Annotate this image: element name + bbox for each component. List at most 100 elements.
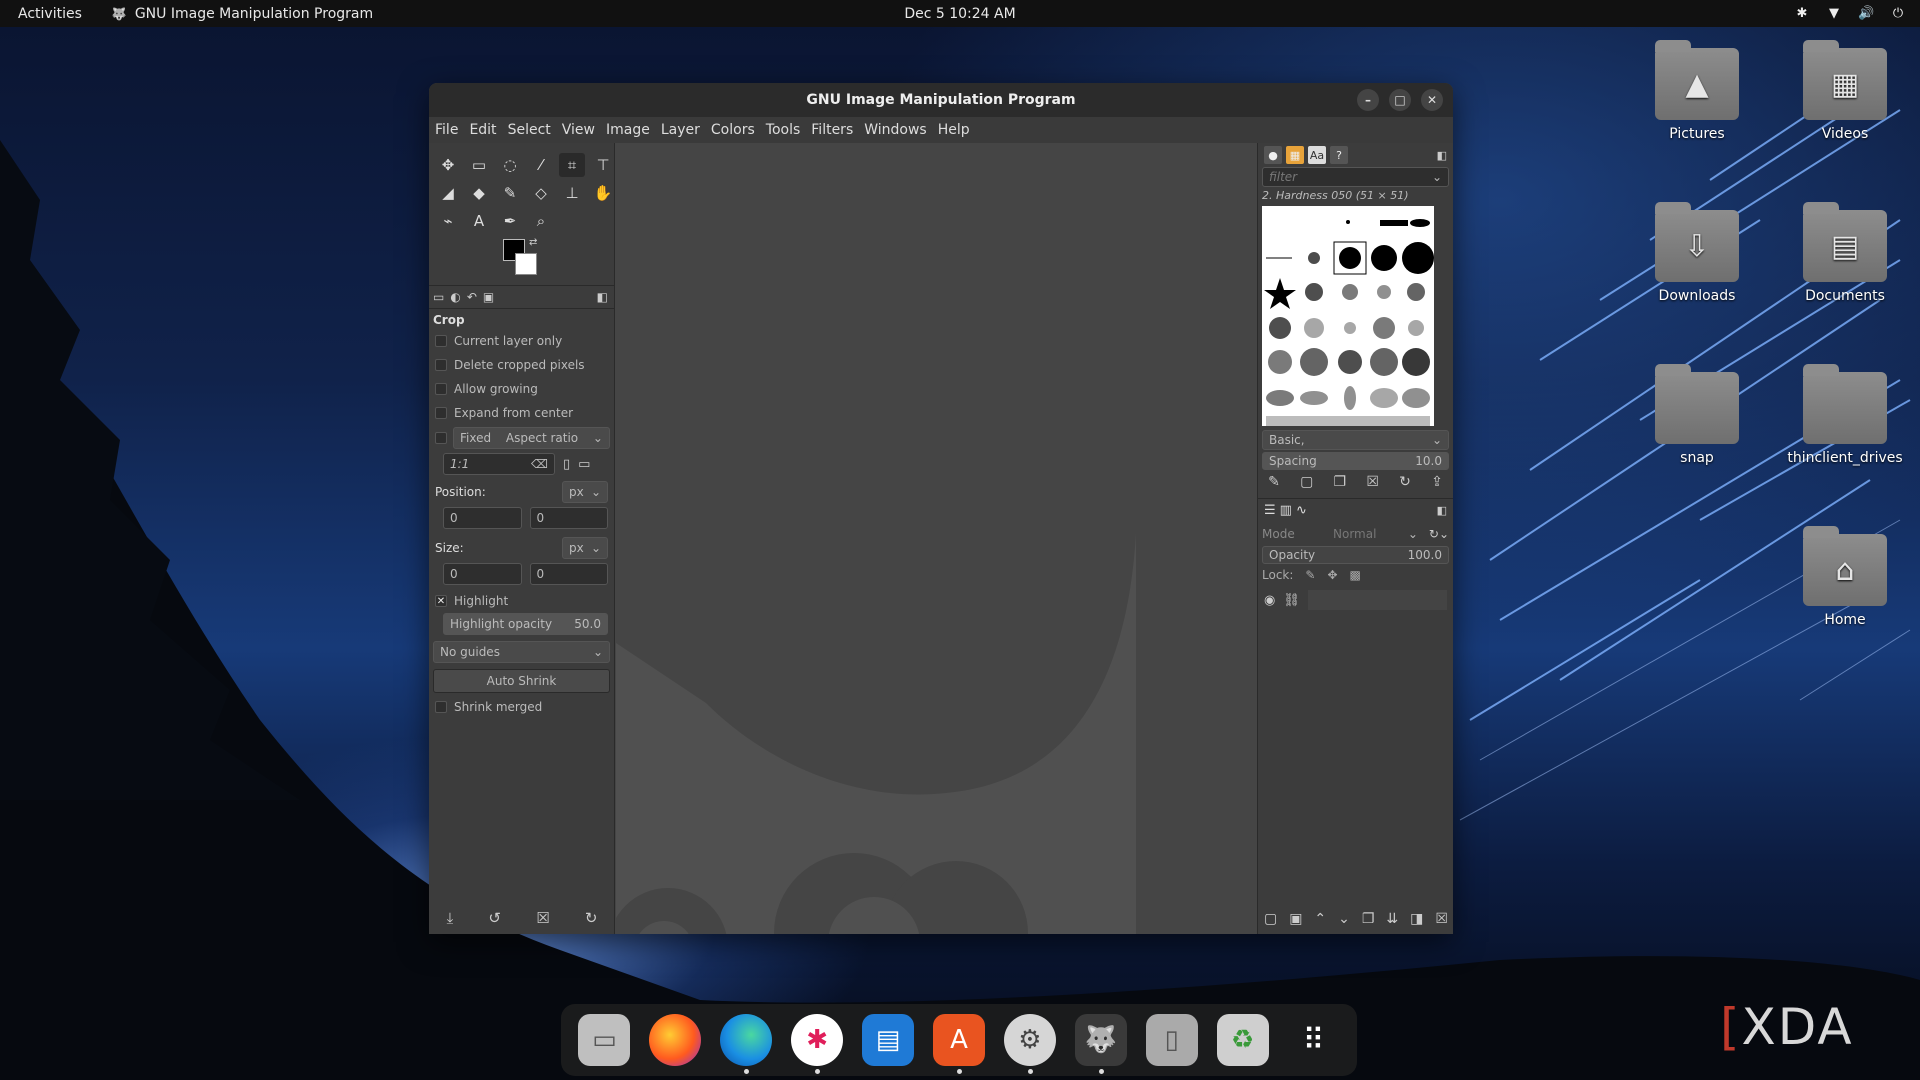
lock-position-icon[interactable]: ✥ <box>1327 568 1337 582</box>
panel-menu-icon[interactable]: ◧ <box>597 290 608 304</box>
tool-options-tab-icon[interactable]: ▭ <box>433 290 444 304</box>
desktop-videos[interactable]: ▦ Videos <box>1780 40 1910 142</box>
eraser-tool-icon[interactable]: ◇ <box>528 181 554 205</box>
refresh-brushes-icon[interactable]: ↻ <box>1399 474 1411 490</box>
app-grid-icon[interactable]: ⠿ <box>1288 1014 1340 1066</box>
reset-icon[interactable]: ↻ <box>585 909 598 927</box>
delete-brush-icon[interactable]: ☒ <box>1366 474 1379 490</box>
paths-tool-icon[interactable]: ⌁ <box>435 209 461 233</box>
merge-layer-icon[interactable]: ⇊ <box>1386 911 1398 927</box>
current-layer-only-option[interactable]: Current layer only <box>429 329 614 353</box>
firefox-app-icon[interactable] <box>649 1014 702 1066</box>
aspect-ratio-select[interactable]: Fixed Aspect ratio ⌄ <box>453 427 610 449</box>
guides-select[interactable]: No guides ⌄ <box>433 641 610 663</box>
undo-history-tab-icon[interactable]: ↶ <box>467 290 477 304</box>
menu-windows[interactable]: Windows <box>864 122 927 138</box>
zoom-tool-icon[interactable]: ⌕ <box>528 209 554 233</box>
desktop-pictures[interactable]: ▲ Pictures <box>1632 40 1762 142</box>
layers-tab-icon[interactable]: ☰ <box>1264 503 1276 518</box>
checkbox[interactable] <box>435 383 447 395</box>
app-center-icon[interactable]: A <box>932 1014 985 1074</box>
new-layer-icon[interactable]: ▢ <box>1264 911 1277 927</box>
menu-colors[interactable]: Colors <box>711 122 755 138</box>
layers-list[interactable] <box>1307 590 1447 610</box>
raise-layer-icon[interactable]: ⌃ <box>1314 911 1326 927</box>
menu-filters[interactable]: Filters <box>811 122 853 138</box>
menu-tools[interactable]: Tools <box>766 122 801 138</box>
layer-mask-icon[interactable]: ◨ <box>1410 911 1423 927</box>
fuzzy-select-tool-icon[interactable]: ⁄ <box>528 153 554 177</box>
duplicate-layer-icon[interactable]: ❐ <box>1362 911 1375 927</box>
chain-icon[interactable]: ⛓ <box>1283 593 1300 608</box>
allow-growing-option[interactable]: Allow growing <box>429 377 614 401</box>
lasso-tool-icon[interactable]: ◌ <box>497 153 523 177</box>
files-app-icon[interactable]: ▭ <box>578 1014 631 1066</box>
clear-icon[interactable]: ⌫ <box>531 457 548 471</box>
color-swatches[interactable]: ⇄ <box>503 237 614 285</box>
settings-app-icon[interactable]: ⚙ <box>1003 1014 1056 1074</box>
gimp-app-icon[interactable]: 🐺 <box>1074 1014 1127 1074</box>
highlight-opacity-slider[interactable]: Highlight opacity 50.0 <box>443 613 608 635</box>
menu-image[interactable]: Image <box>606 122 650 138</box>
writer-app-icon[interactable]: ▤ <box>862 1014 915 1066</box>
power-icon[interactable]: ⏻ <box>1890 6 1906 21</box>
new-layer-group-icon[interactable]: ▣ <box>1289 911 1302 927</box>
desktop-documents[interactable]: ▤ Documents <box>1780 202 1910 304</box>
device-status-tab-icon[interactable]: ◐ <box>450 290 460 304</box>
background-color[interactable] <box>515 253 537 275</box>
lock-alpha-icon[interactable]: ▩ <box>1350 568 1361 582</box>
layer-opacity-slider[interactable]: Opacity 100.0 <box>1262 546 1449 564</box>
bucket-fill-tool-icon[interactable]: ◆ <box>466 181 492 205</box>
delete-cropped-option[interactable]: Delete cropped pixels <box>429 353 614 377</box>
rect-select-tool-icon[interactable]: ▭ <box>466 153 492 177</box>
menu-file[interactable]: File <box>435 122 458 138</box>
landscape-icon[interactable]: ▭ <box>578 457 590 472</box>
trash-icon[interactable]: ♻ <box>1216 1014 1269 1066</box>
volume-icon[interactable]: 🔊 <box>1858 6 1874 21</box>
color-picker-tool-icon[interactable]: ✒ <box>497 209 523 233</box>
image-canvas[interactable] <box>616 143 1256 934</box>
clone-tool-icon[interactable]: ⊥ <box>559 181 585 205</box>
open-brush-icon[interactable]: ⇪ <box>1431 474 1443 490</box>
paintbrush-tool-icon[interactable]: ✎ <box>497 181 523 205</box>
desktop-thinclient-drives[interactable]: thinclient_drives <box>1780 364 1910 466</box>
brush-preset-select[interactable]: Basic, ⌄ <box>1262 430 1449 450</box>
panel-menu-icon[interactable]: ◧ <box>1437 149 1447 162</box>
paths-tab-icon[interactable]: ∿ <box>1296 503 1307 518</box>
swap-colors-icon[interactable]: ⇄ <box>529 237 537 248</box>
close-button[interactable]: ✕ <box>1421 89 1443 111</box>
move-tool-icon[interactable]: ✥ <box>435 153 461 177</box>
activities-button[interactable]: Activities <box>0 6 100 22</box>
brush-filter-input[interactable]: filter ⌄ <box>1262 167 1449 187</box>
smudge-tool-icon[interactable]: ✋ <box>590 181 616 205</box>
window-titlebar[interactable]: GNU Image Manipulation Program – □ ✕ <box>429 83 1453 117</box>
gimp-window[interactable]: GNU Image Manipulation Program – □ ✕ Fil… <box>429 83 1453 934</box>
lower-layer-icon[interactable]: ⌄ <box>1338 911 1350 927</box>
system-tray[interactable]: ✱ ▼ 🔊 ⏻ <box>1794 6 1906 21</box>
layer-mode-select[interactable]: Normal ⌄ <box>1326 524 1425 544</box>
desktop-snap[interactable]: snap <box>1632 364 1762 466</box>
transform-tool-icon[interactable]: ⊤ <box>590 153 616 177</box>
help-tab-icon[interactable]: ? <box>1330 146 1348 164</box>
patterns-tab-icon[interactable]: ▦ <box>1286 146 1304 164</box>
menu-help[interactable]: Help <box>938 122 970 138</box>
checkbox[interactable] <box>435 407 447 419</box>
minimize-button[interactable]: – <box>1357 89 1379 111</box>
shrink-merged-option[interactable]: Shrink merged <box>429 695 614 719</box>
channels-tab-icon[interactable]: ▥ <box>1280 503 1292 518</box>
checkbox[interactable] <box>435 701 447 713</box>
edge-app-icon[interactable] <box>720 1014 773 1074</box>
new-brush-icon[interactable]: ▢ <box>1300 474 1313 490</box>
text-tool-icon[interactable]: A <box>466 209 492 233</box>
edit-brush-icon[interactable]: ✎ <box>1268 474 1280 490</box>
brushes-tab-icon[interactable]: ● <box>1264 146 1282 164</box>
clock[interactable]: Dec 5 10:24 AM <box>904 6 1015 22</box>
lock-pixels-icon[interactable]: ✎ <box>1305 568 1315 582</box>
menu-edit[interactable]: Edit <box>469 122 496 138</box>
wifi-icon[interactable]: ▼ <box>1826 6 1842 21</box>
desktop-home[interactable]: ⌂ Home <box>1780 526 1910 628</box>
fonts-tab-icon[interactable]: Aa <box>1308 146 1326 164</box>
slack-app-icon[interactable]: ✱ <box>791 1014 844 1074</box>
auto-shrink-button[interactable]: Auto Shrink <box>433 669 610 693</box>
position-unit-select[interactable]: px ⌄ <box>562 481 608 503</box>
